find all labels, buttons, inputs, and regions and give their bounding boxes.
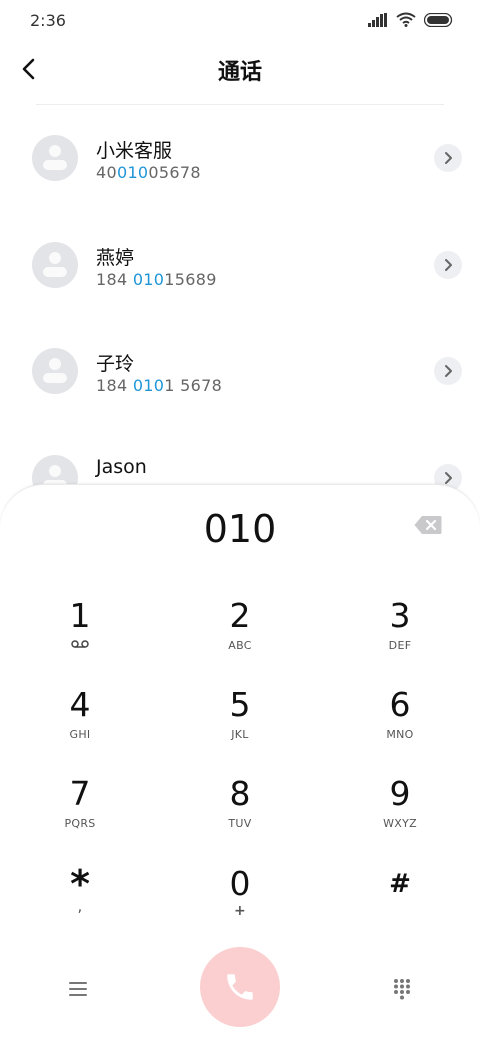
key-star[interactable]: * , bbox=[30, 865, 130, 935]
key-3[interactable]: 3 DEF bbox=[350, 597, 450, 667]
key-2[interactable]: 2 ABC bbox=[190, 597, 290, 667]
menu-icon bbox=[69, 982, 87, 996]
chevron-right-icon bbox=[445, 471, 452, 484]
status-bar: 2:36 bbox=[0, 0, 480, 40]
call-button[interactable] bbox=[200, 947, 280, 1027]
key-0[interactable]: 0 + bbox=[190, 865, 290, 935]
contact-detail-button[interactable] bbox=[434, 250, 462, 279]
wifi-icon bbox=[396, 12, 416, 27]
chevron-right-icon bbox=[445, 152, 452, 164]
chevron-right-icon bbox=[445, 258, 452, 271]
header-divider bbox=[36, 104, 444, 105]
number-match: 010 bbox=[132, 376, 165, 395]
key-9[interactable]: 9 WXYZ bbox=[350, 775, 450, 845]
contact-row[interactable]: 子玲 184 0101 5678 bbox=[0, 323, 480, 430]
contact-number: 184 0101 5678 bbox=[96, 376, 223, 395]
page-title: 通话 bbox=[217, 60, 262, 85]
backspace-icon bbox=[414, 516, 442, 534]
key-6[interactable]: 6 MNO bbox=[350, 686, 450, 756]
status-time: 2:36 bbox=[30, 11, 66, 30]
phone-icon bbox=[227, 974, 253, 1000]
voicemail-icon bbox=[71, 639, 89, 653]
key-hash[interactable]: # bbox=[350, 865, 450, 935]
keypad-toggle-button[interactable] bbox=[386, 975, 418, 1003]
dialed-number[interactable]: 010 bbox=[0, 507, 480, 551]
keypad-grid-icon bbox=[394, 979, 410, 1000]
key-5[interactable]: 5 JKL bbox=[190, 686, 290, 756]
contact-row[interactable]: 燕婷 184 01015689 bbox=[0, 217, 480, 324]
contact-list: 小米客服 4001005678 燕婷 184 01015689 子玲 184 0… bbox=[0, 110, 480, 536]
contact-name: 子玲 bbox=[96, 353, 135, 375]
backspace-button[interactable] bbox=[414, 515, 442, 537]
avatar bbox=[32, 348, 78, 394]
dialpad-panel: 010 1 2 ABC 3 DEF 4 GHI 5 JKL 6 MNO 7 PQ… bbox=[0, 484, 480, 1041]
avatar bbox=[32, 135, 78, 181]
key-1[interactable]: 1 bbox=[30, 597, 130, 667]
battery-icon bbox=[424, 12, 453, 27]
dialer-actions bbox=[0, 945, 480, 1031]
avatar bbox=[32, 241, 78, 288]
contact-row[interactable]: 小米客服 4001005678 bbox=[0, 110, 480, 217]
contact-number: 184 01015689 bbox=[96, 269, 217, 289]
key-4[interactable]: 4 GHI bbox=[30, 686, 130, 756]
status-icons bbox=[368, 12, 454, 27]
number-match: 010 bbox=[116, 163, 149, 182]
header: 通话 bbox=[0, 44, 480, 96]
contact-detail-button[interactable] bbox=[434, 144, 462, 172]
chevron-right-icon bbox=[445, 365, 452, 377]
contact-number: 4001005678 bbox=[96, 163, 201, 182]
contact-name: 小米客服 bbox=[96, 140, 173, 162]
key-7[interactable]: 7 PQRS bbox=[30, 775, 130, 845]
key-8[interactable]: 8 TUV bbox=[190, 775, 290, 845]
contact-detail-button[interactable] bbox=[434, 357, 462, 385]
contact-name: 燕婷 bbox=[96, 246, 135, 269]
contact-name: Jason bbox=[96, 455, 147, 478]
number-match: 010 bbox=[132, 269, 165, 289]
menu-button[interactable] bbox=[62, 975, 94, 1003]
signal-icon bbox=[368, 12, 387, 27]
